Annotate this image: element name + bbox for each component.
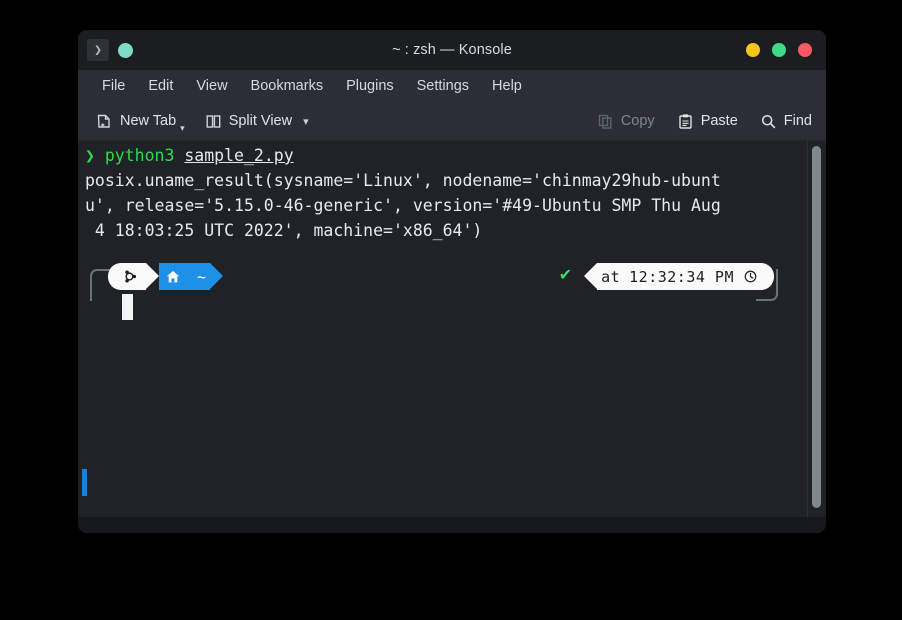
paste-label: Paste: [700, 113, 738, 129]
terminal-bottom-cursor: [82, 469, 87, 496]
terminal-output: ❯ python3 sample_2.py posix.uname_result…: [85, 143, 800, 243]
clock-icon: [743, 269, 758, 284]
prompt-dir-segment: ~: [159, 263, 211, 290]
prompt-os-segment: [108, 263, 146, 290]
toolbar: New Tab ▾ Split View ▾ Copy Paste Find: [78, 102, 826, 141]
title-bar-left-icons: ❯: [78, 39, 133, 61]
copy-label: Copy: [620, 113, 655, 129]
prompt-right-segments: ✔ at 12:32:34 PM: [559, 263, 774, 290]
copy-icon: [597, 113, 614, 130]
menu-item-plugins[interactable]: Plugins: [337, 74, 403, 98]
split-view-icon: [205, 113, 222, 130]
minimize-button[interactable]: [746, 43, 760, 57]
search-icon: [760, 113, 777, 130]
terminal-output-line: u', release='5.15.0-46-generic', version…: [85, 196, 721, 215]
split-view-label: Split View: [228, 113, 293, 129]
prompt-time-prefix: at: [601, 267, 621, 286]
terminal-output-line: 4 18:03:25 UTC 2022', machine='x86_64'): [85, 221, 483, 240]
terminal-prompt-icon[interactable]: ❯: [87, 39, 109, 61]
new-tab-label: New Tab: [120, 113, 177, 129]
toolbar-right-group: Copy Paste Find: [597, 113, 812, 130]
prompt-separator-icon: [210, 263, 224, 289]
terminal-output-line: posix.uname_result(sysname='Linux', node…: [85, 171, 721, 190]
screen: ❯ ~ : zsh — Konsole File Edit View Bookm…: [0, 0, 902, 620]
prompt-symbol: ❯: [85, 146, 95, 165]
menu-item-file[interactable]: File: [93, 74, 134, 98]
terminal-cursor: [122, 294, 133, 320]
window-title: ~ : zsh — Konsole: [392, 42, 512, 58]
menu-item-edit[interactable]: Edit: [139, 74, 182, 98]
paste-icon: [677, 113, 694, 130]
chevron-down-icon[interactable]: ▾: [180, 123, 185, 134]
terminal-area[interactable]: ❯ python3 sample_2.py posix.uname_result…: [78, 141, 826, 517]
prompt-time-segment: at 12:32:34 PM: [597, 263, 774, 290]
konsole-window: ❯ ~ : zsh — Konsole File Edit View Bookm…: [78, 30, 826, 533]
split-view-button[interactable]: Split View ▾: [205, 113, 309, 130]
menu-bar: File Edit View Bookmarks Plugins Setting…: [78, 70, 826, 102]
find-label: Find: [783, 113, 812, 129]
toolbar-left-group: New Tab ▾ Split View ▾: [96, 113, 309, 133]
chevron-down-icon[interactable]: ▾: [303, 115, 309, 128]
maximize-button[interactable]: [772, 43, 786, 57]
paste-button[interactable]: Paste: [677, 113, 738, 130]
menu-item-bookmarks[interactable]: Bookmarks: [242, 74, 333, 98]
new-tab-icon: [96, 113, 113, 130]
title-bar[interactable]: ❯ ~ : zsh — Konsole: [78, 30, 826, 70]
prompt-left-segments: ~: [108, 263, 224, 290]
close-button[interactable]: [798, 43, 812, 57]
ubuntu-logo-icon: [122, 269, 137, 284]
menu-item-view[interactable]: View: [187, 74, 236, 98]
menu-item-help[interactable]: Help: [483, 74, 531, 98]
powerline-prompt: ~ ✔ at 12:32:34 PM: [78, 263, 826, 301]
teal-dot-icon[interactable]: [118, 42, 133, 58]
terminal-command: python3: [104, 146, 175, 165]
prompt-dir-label: ~: [197, 267, 207, 286]
vertical-scrollbar[interactable]: [807, 141, 826, 517]
status-ok-icon: ✔: [558, 265, 573, 284]
prompt-separator-icon: [146, 263, 159, 289]
window-controls: [746, 43, 812, 57]
window-footer: [78, 517, 826, 533]
copy-button[interactable]: Copy: [597, 113, 655, 130]
prompt-separator-icon: [584, 263, 598, 289]
prompt-time-value: 12:32:34 PM: [629, 267, 734, 286]
menu-item-settings[interactable]: Settings: [408, 74, 478, 98]
terminal-argument: sample_2.py: [184, 146, 294, 165]
home-icon: [165, 269, 181, 285]
scrollbar-thumb[interactable]: [812, 146, 821, 508]
find-button[interactable]: Find: [760, 113, 812, 130]
new-tab-button[interactable]: New Tab ▾: [96, 113, 185, 133]
